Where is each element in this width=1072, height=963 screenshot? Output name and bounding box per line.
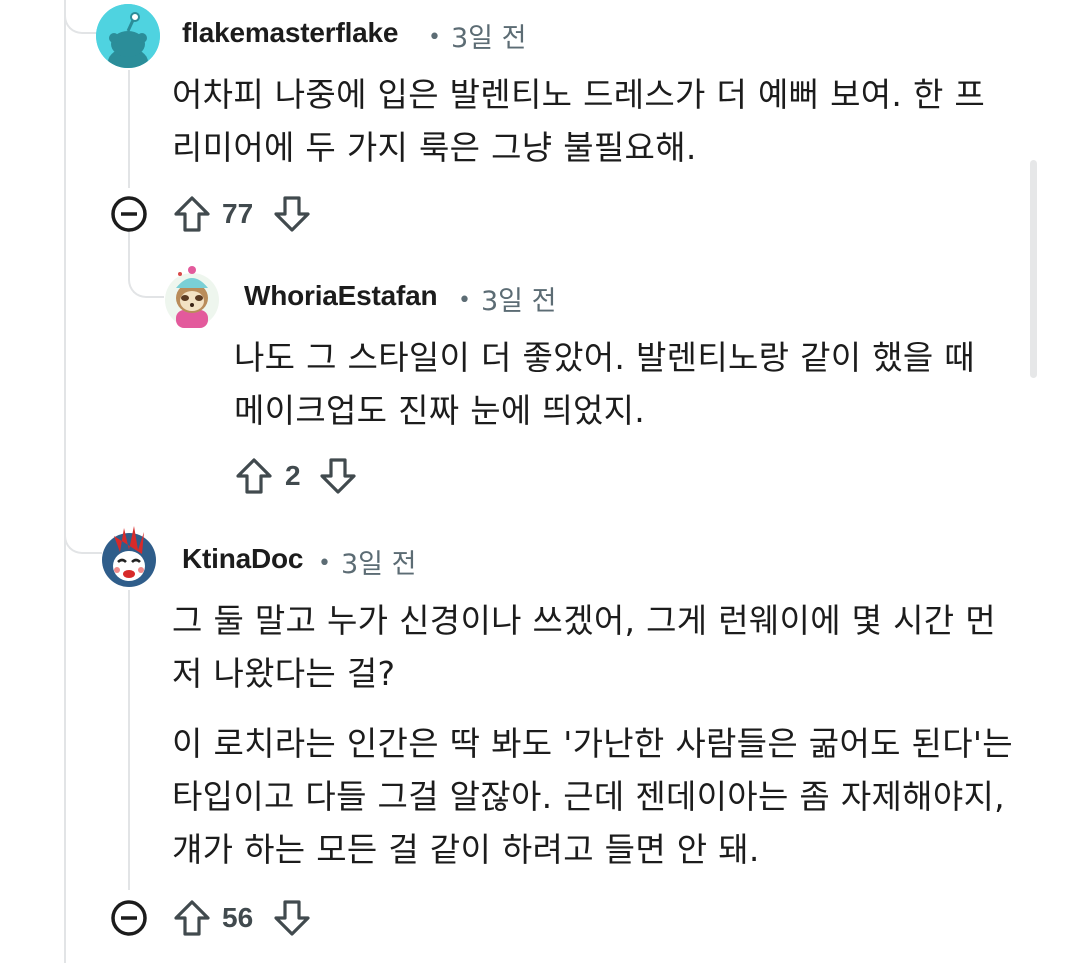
comment-username[interactable]: KtinaDoc <box>182 543 303 575</box>
separator-dot: • <box>458 288 471 313</box>
avatar[interactable] <box>96 4 160 68</box>
comment-meta: • 3일 전 <box>428 16 526 55</box>
upvote-arrow-icon[interactable] <box>172 898 212 938</box>
scrollbar[interactable] <box>1030 160 1037 378</box>
vote-score: 77 <box>222 198 254 229</box>
comment-body-line: 메이크업도 진짜 눈에 띄었지. <box>234 391 646 430</box>
separator-dot: • <box>318 551 331 576</box>
punk-mohawk-avatar-icon <box>102 526 156 587</box>
comment-time: 3일 전 <box>450 23 527 54</box>
comment-body-line: 이 로치라는 인간은 딱 봐도 '가난한 사람들은 굶어도 된다'는 <box>172 724 1013 763</box>
comment-body-line: 타입이고 다들 그걸 알잖아. 근데 젠데이아는 좀 자제해야지, <box>172 777 1005 816</box>
comment-time: 3일 전 <box>480 286 557 317</box>
downvote-arrow-icon[interactable] <box>272 194 312 234</box>
downvote-arrow-icon[interactable] <box>318 456 358 496</box>
upvote-arrow-icon[interactable] <box>172 194 212 234</box>
downvote-arrow-icon[interactable] <box>272 898 312 938</box>
comment-username[interactable]: flakemasterflake <box>182 17 398 49</box>
comment-body-line: 나도 그 스타일이 더 좋았어. 발렌티노랑 같이 했을 때 <box>234 338 975 377</box>
reddit-snoo-avatar-icon <box>96 4 160 68</box>
thread-line-comment-3 <box>128 590 130 890</box>
comment-body-line: 그 둘 말고 누가 신경이나 쓰겠어, 그게 런웨이에 몇 시간 먼 <box>172 601 996 640</box>
collapse-thread-icon[interactable] <box>109 898 149 938</box>
thread-line-root <box>64 0 66 963</box>
comment-body-line: 리미어에 두 가지 룩은 그냥 불필요해. <box>172 128 697 167</box>
vote-score: 2 <box>285 460 301 491</box>
thread-connector <box>64 490 102 554</box>
sloth-avatar-icon <box>165 266 219 328</box>
comment-body-line: 걔가 하는 모든 걸 같이 하려고 들면 안 돼. <box>172 830 760 869</box>
vote-score: 56 <box>222 902 254 933</box>
thread-connector <box>64 0 96 34</box>
collapse-thread-icon[interactable] <box>109 194 149 234</box>
avatar[interactable] <box>164 264 220 328</box>
thread-connector <box>128 230 164 298</box>
comment-body-line: 저 나왔다는 걸? <box>172 654 396 693</box>
thread-line-comment-1 <box>128 70 130 188</box>
comment-username[interactable]: WhoriaEstafan <box>244 280 438 312</box>
separator-dot: • <box>428 25 441 50</box>
comment-meta: • 3일 전 <box>318 542 416 581</box>
comment-time: 3일 전 <box>340 549 417 580</box>
upvote-arrow-icon[interactable] <box>234 456 274 496</box>
comment-body-line: 어차피 나중에 입은 발렌티노 드레스가 더 예뻐 보여. 한 프 <box>172 75 986 114</box>
comment-meta: • 3일 전 <box>458 279 556 318</box>
avatar[interactable] <box>100 522 158 588</box>
